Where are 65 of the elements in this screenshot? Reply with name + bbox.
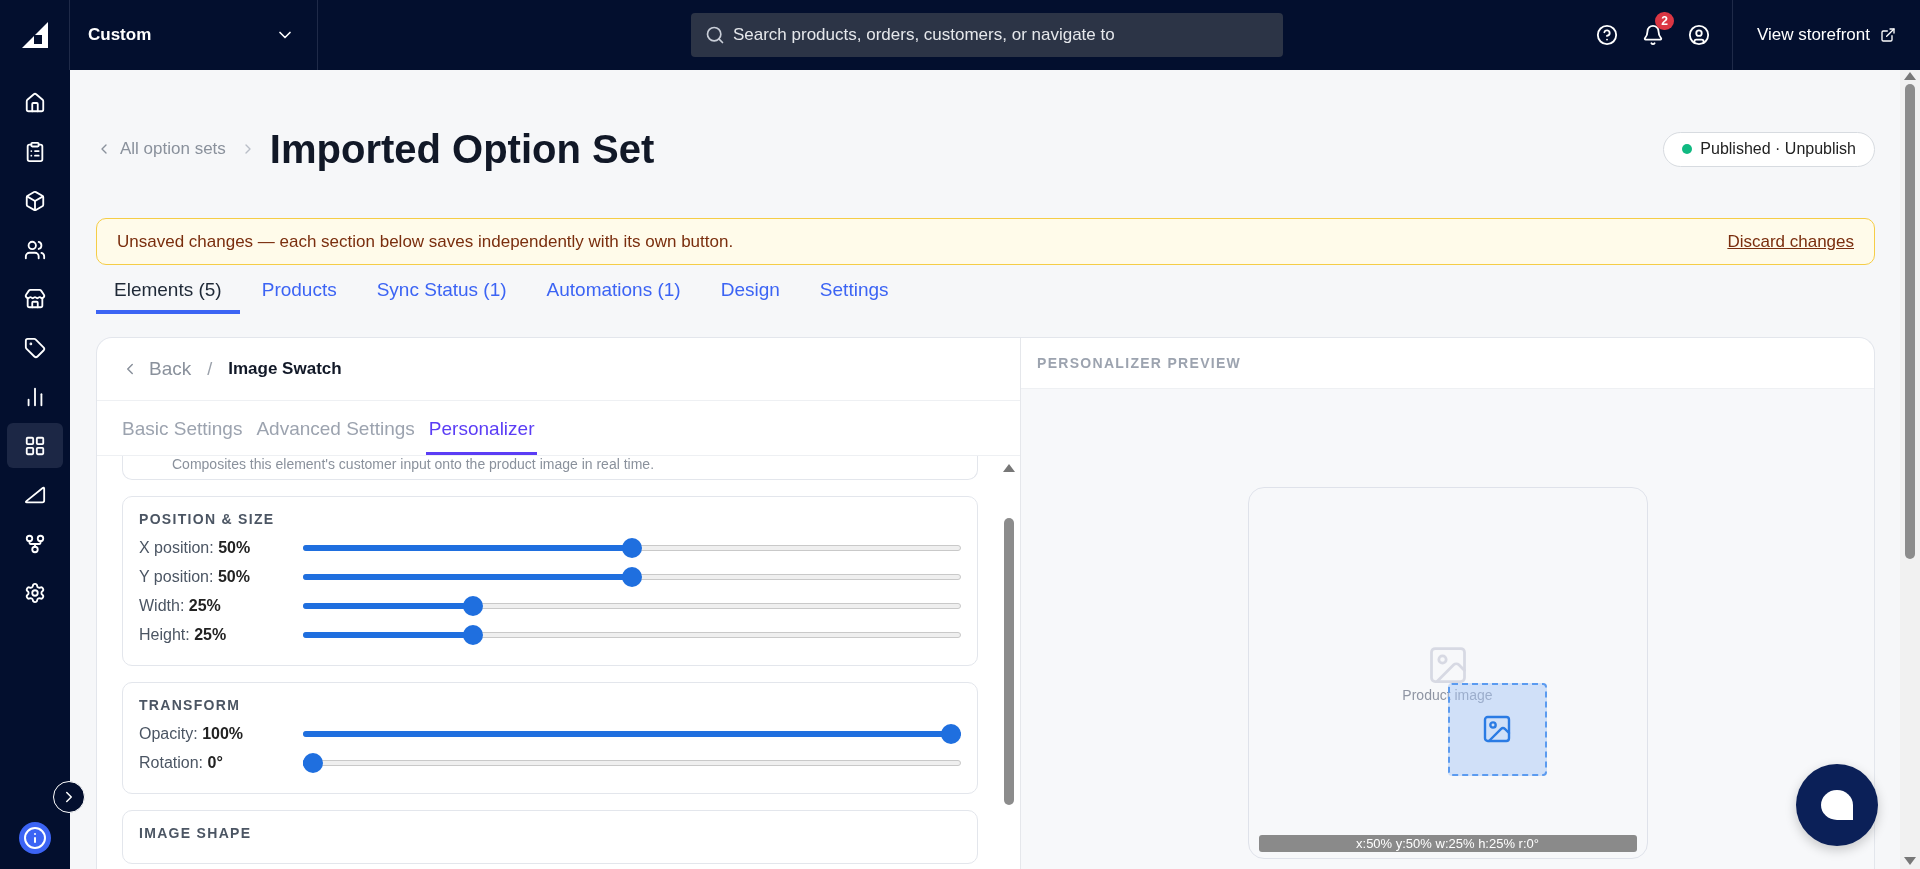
slider-thumb[interactable] (303, 752, 323, 773)
subtab[interactable]: Advanced Settings (253, 418, 418, 455)
subtab[interactable]: Basic Settings (119, 418, 246, 455)
slider[interactable] (303, 624, 961, 645)
section-title: TRANSFORM (139, 697, 242, 713)
search-field[interactable]: Search products, orders, customers, or navigate to (690, 13, 1283, 57)
tab[interactable]: Sync Status (1) (358, 271, 525, 314)
element-name: Image Swatch (228, 359, 342, 379)
slider-label: Rotation: 0° (139, 753, 224, 772)
slider[interactable] (303, 537, 961, 558)
fork-icon (24, 532, 46, 555)
page-scrollbar[interactable] (1900, 70, 1920, 869)
slider-thumb[interactable] (941, 723, 961, 744)
tab[interactable]: Products (243, 271, 355, 314)
user-icon[interactable] (1687, 24, 1710, 46)
tag-icon (24, 336, 46, 359)
description-text: Composites this element's customer input onto the product image in real time. (172, 456, 655, 472)
discard-changes-link[interactable]: Discard changes (1727, 231, 1854, 252)
slider[interactable] (303, 595, 961, 616)
back-link[interactable]: Back (121, 358, 192, 380)
grid-icon (24, 434, 46, 457)
sidebar-item[interactable] (7, 423, 63, 468)
page-title: Imported Option Set (269, 126, 655, 172)
breadcrumb-link[interactable]: All option sets (96, 139, 226, 159)
bell-icon[interactable] (1641, 24, 1664, 46)
help-icon[interactable] (1595, 24, 1618, 46)
slider-thumb[interactable] (622, 566, 642, 587)
position-caption: x:50% y:50% w:25% h:25% r:0° (1258, 835, 1637, 852)
slider-label: Opacity: 100% (139, 724, 245, 743)
slider-thumb[interactable] (462, 595, 483, 616)
breadcrumb-separator: / (207, 358, 213, 380)
slider-label: X position: 50% (139, 538, 252, 557)
slider[interactable] (303, 566, 961, 587)
box-icon (24, 189, 46, 212)
section-title: IMAGE SHAPE (139, 825, 253, 841)
expand-sidebar-button[interactable] (53, 781, 85, 813)
banner-message: Unsaved changes — each section below saves independently with its own button. (117, 231, 734, 252)
section-title: POSITION & SIZE (139, 511, 276, 527)
clipboard-icon (24, 140, 46, 163)
tab[interactable]: Automations (1) (528, 271, 699, 314)
info-button[interactable] (19, 822, 51, 854)
tab[interactable]: Elements (5) (96, 271, 240, 314)
slider[interactable] (303, 723, 961, 744)
slider[interactable] (303, 752, 961, 773)
publish-status-button[interactable]: Published · Unpublish (1663, 131, 1875, 167)
slider-thumb[interactable] (622, 537, 642, 558)
tab[interactable]: Design (702, 271, 798, 314)
slider-label: Y position: 50% (139, 567, 251, 586)
external-link-icon (1880, 27, 1896, 43)
tab[interactable]: Settings (801, 271, 907, 314)
settings-icon (24, 581, 46, 604)
slider-label: Width: 25% (139, 596, 222, 615)
notification-badge: 2 (1655, 12, 1674, 30)
chat-bubble-icon (1821, 790, 1853, 820)
home-icon (24, 91, 46, 114)
preview-title: PERSONALIZER PREVIEW (1037, 355, 1242, 371)
store-selector[interactable]: Custom (70, 0, 318, 70)
slider-label: Height: 25% (139, 625, 228, 644)
subtab[interactable]: Personalizer (425, 418, 538, 455)
users-icon (24, 238, 46, 261)
info-icon (23, 826, 47, 850)
store-icon (24, 287, 46, 310)
slider-thumb[interactable] (462, 624, 483, 645)
search-icon (704, 25, 725, 45)
logo-icon[interactable] (21, 22, 48, 48)
